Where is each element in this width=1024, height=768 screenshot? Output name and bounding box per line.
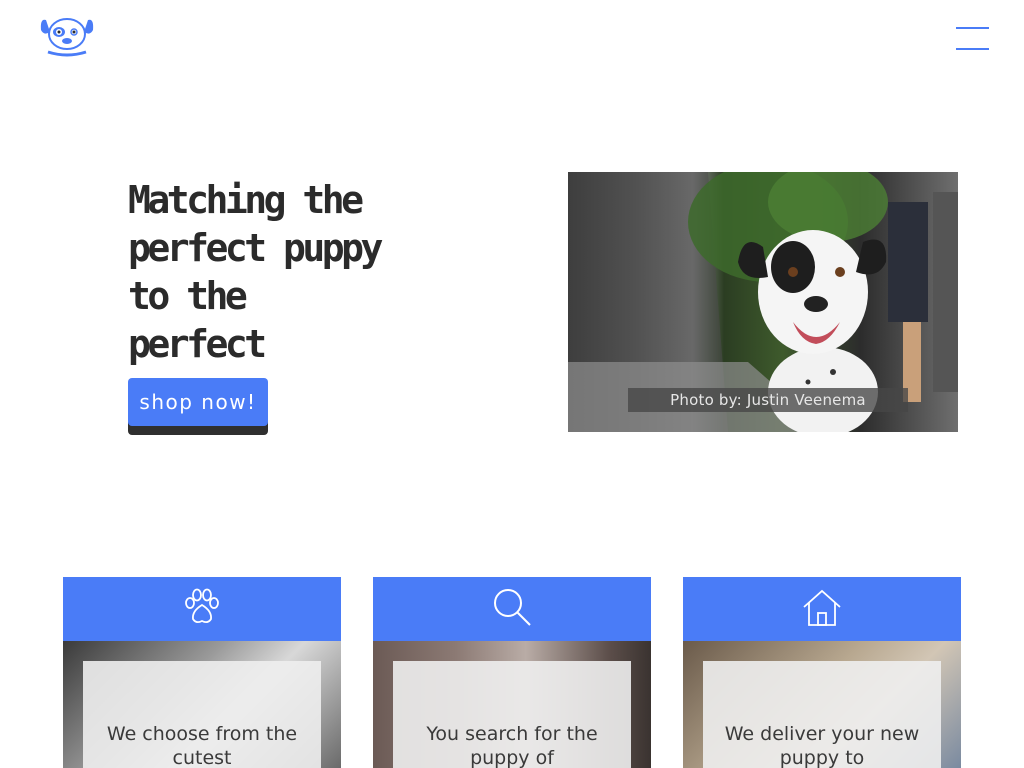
feature-card-search[interactable]: You search for the puppy of bbox=[373, 577, 651, 768]
feature-card-image: We choose from the cutest bbox=[63, 641, 341, 768]
feature-card-text: We choose from the cutest bbox=[106, 723, 298, 768]
feature-card-image: You search for the puppy of bbox=[373, 641, 651, 768]
feature-card-image: We deliver your new puppy to bbox=[683, 641, 961, 768]
hero-dog-photo: Photo by: Justin Veenema bbox=[568, 172, 958, 432]
feature-card-text: We deliver your new puppy to bbox=[724, 723, 920, 768]
feature-card-header bbox=[683, 577, 961, 641]
search-icon bbox=[492, 587, 532, 627]
feature-card-header bbox=[373, 577, 651, 641]
menu-line-top bbox=[956, 27, 989, 29]
home-icon bbox=[802, 587, 842, 627]
photo-caption: Photo by: Justin Veenema bbox=[628, 388, 908, 412]
menu-line-bottom bbox=[956, 48, 989, 50]
feature-card-panel: You search for the puppy of bbox=[393, 661, 631, 768]
hamburger-menu-icon[interactable] bbox=[956, 26, 990, 52]
puppy-logo-icon[interactable] bbox=[38, 14, 96, 58]
feature-card-text: You search for the puppy of bbox=[426, 723, 598, 768]
feature-card-choose[interactable]: We choose from the cutest bbox=[63, 577, 341, 768]
shop-now-button[interactable]: shop now! bbox=[128, 378, 268, 426]
feature-card-panel: We choose from the cutest bbox=[83, 661, 321, 768]
paw-icon bbox=[182, 587, 222, 627]
feature-card-panel: We deliver your new puppy to bbox=[703, 661, 941, 768]
feature-card-header bbox=[63, 577, 341, 641]
feature-card-deliver[interactable]: We deliver your new puppy to bbox=[683, 577, 961, 768]
